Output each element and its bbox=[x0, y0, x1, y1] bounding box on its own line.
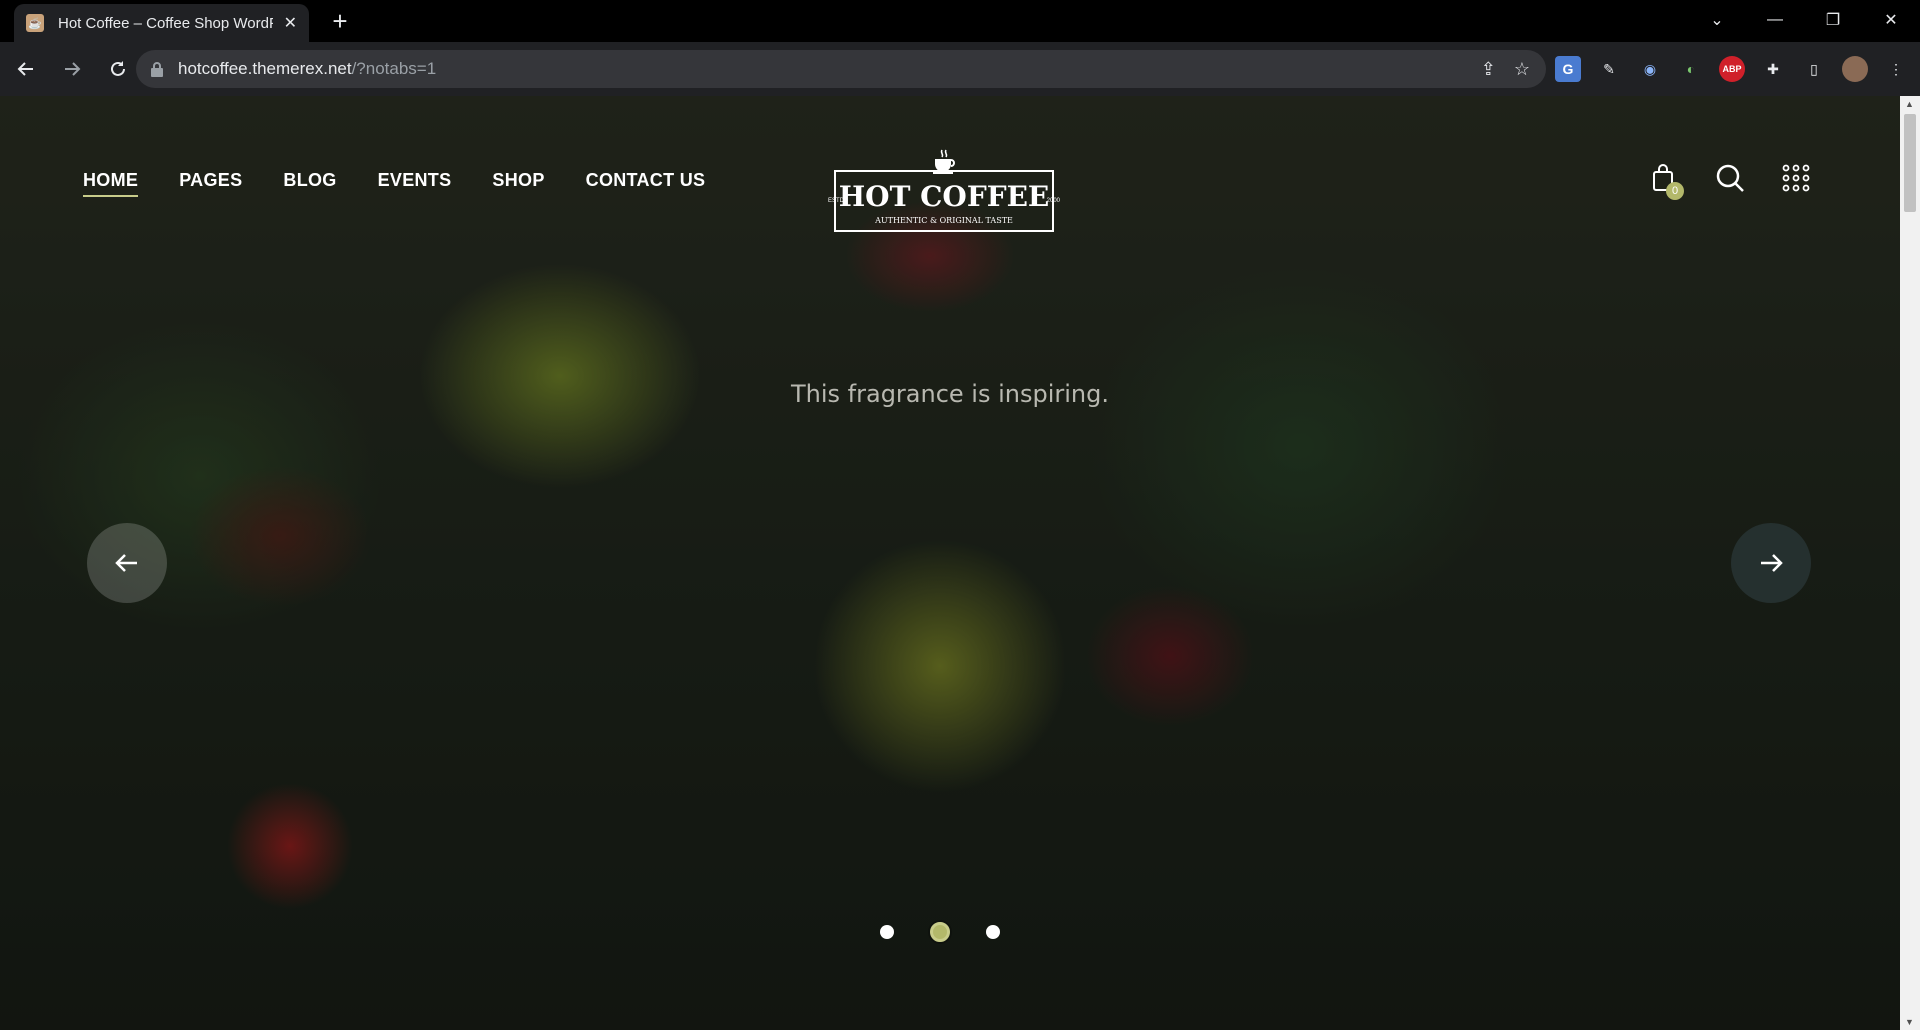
page-scrollbar[interactable]: ▲ ▼ bbox=[1900, 96, 1920, 1030]
logo-name: HOT COFFEE bbox=[838, 180, 1050, 213]
nav-item-blog[interactable]: BLOG bbox=[283, 170, 336, 197]
share-icon[interactable]: ⇪ bbox=[1481, 59, 1496, 80]
header-actions: 0 bbox=[1648, 162, 1812, 200]
hero-slider: HOME PAGES BLOG EVENTS SHOP CONTACT US E… bbox=[0, 96, 1900, 1030]
sidepanel-icon[interactable]: ▯ bbox=[1801, 56, 1827, 82]
profile-avatar[interactable] bbox=[1842, 56, 1868, 82]
logo-tagline: AUTHENTIC & ORIGINAL TASTE bbox=[875, 216, 1013, 225]
reload-button[interactable] bbox=[98, 49, 138, 89]
slider-dot-3[interactable] bbox=[986, 925, 1000, 939]
restore-icon[interactable]: ❐ bbox=[1804, 0, 1862, 40]
arrow-left-icon bbox=[115, 554, 137, 572]
slide-caption: This fragrance is inspiring. bbox=[791, 380, 1109, 408]
color-extension-icon[interactable]: ◐ bbox=[1678, 56, 1704, 82]
slider-next-button[interactable] bbox=[1731, 523, 1811, 603]
site-logo[interactable]: ESTD HOT COFFEE 2000 AUTHENTIC & ORIGINA… bbox=[828, 148, 1060, 232]
tab-search-icon[interactable]: ⌄ bbox=[1688, 0, 1746, 40]
scroll-down-icon[interactable]: ▼ bbox=[1905, 1017, 1914, 1027]
grid-dots-icon bbox=[1782, 164, 1810, 192]
extensions-bar: G ✎ ◉ ◐ ABP ✚ ▯ ⋮ bbox=[1555, 50, 1909, 88]
menu-kebab-icon[interactable]: ⋮ bbox=[1883, 56, 1909, 82]
new-tab-button[interactable]: + bbox=[325, 6, 355, 36]
nav-item-events[interactable]: EVENTS bbox=[378, 170, 452, 197]
slider-prev-button[interactable] bbox=[87, 523, 167, 603]
browser-toolbar: hotcoffee.themerex.net/?notabs=1 ⇪ ☆ G ✎… bbox=[0, 42, 1920, 96]
nav-item-pages[interactable]: PAGES bbox=[179, 170, 242, 197]
window-close-icon[interactable]: ✕ bbox=[1862, 0, 1920, 40]
site-favicon-icon: ☕ bbox=[26, 14, 44, 32]
browser-tab[interactable]: ☕ Hot Coffee – Coffee Shop WordPress The… bbox=[14, 4, 309, 42]
tab-title: Hot Coffee – Coffee Shop WordPress Theme bbox=[58, 14, 273, 32]
url-path: /?notabs=1 bbox=[351, 59, 437, 78]
coffee-cup-icon bbox=[933, 149, 955, 174]
back-button[interactable] bbox=[6, 49, 46, 89]
search-icon bbox=[1716, 164, 1744, 192]
translate-icon[interactable]: G bbox=[1555, 56, 1581, 82]
forward-button[interactable] bbox=[52, 49, 92, 89]
logo-year: 2000 bbox=[1046, 198, 1060, 204]
scrollbar-thumb[interactable] bbox=[1904, 114, 1916, 212]
menu-grid-button[interactable] bbox=[1780, 162, 1812, 194]
cart-button[interactable]: 0 bbox=[1648, 162, 1684, 200]
address-bar[interactable]: hotcoffee.themerex.net/?notabs=1 ⇪ ☆ bbox=[136, 50, 1546, 88]
nav-item-contact-us[interactable]: CONTACT US bbox=[586, 170, 706, 197]
eyedropper-icon[interactable]: ✎ bbox=[1596, 56, 1622, 82]
puzzle-icon[interactable]: ✚ bbox=[1760, 56, 1786, 82]
tab-strip: ☕ Hot Coffee – Coffee Shop WordPress The… bbox=[0, 0, 1920, 42]
nav-item-home[interactable]: HOME bbox=[83, 170, 139, 197]
adblock-icon[interactable]: ABP bbox=[1719, 56, 1745, 82]
search-button[interactable] bbox=[1714, 162, 1746, 194]
bookmark-star-icon[interactable]: ☆ bbox=[1514, 59, 1530, 80]
slider-pagination bbox=[880, 922, 1000, 942]
nav-item-shop[interactable]: SHOP bbox=[492, 170, 544, 197]
slider-dot-1[interactable] bbox=[880, 925, 894, 939]
tab-close-icon[interactable]: ✕ bbox=[284, 13, 297, 33]
main-navigation: HOME PAGES BLOG EVENTS SHOP CONTACT US bbox=[83, 170, 705, 197]
arrow-right-icon bbox=[1761, 554, 1783, 572]
url-host: hotcoffee.themerex.net bbox=[178, 59, 352, 78]
scroll-up-icon[interactable]: ▲ bbox=[1905, 99, 1914, 109]
slider-dot-2[interactable] bbox=[930, 922, 950, 942]
shield-extension-icon[interactable]: ◉ bbox=[1637, 56, 1663, 82]
lock-icon bbox=[151, 62, 163, 77]
minimize-icon[interactable]: — bbox=[1746, 0, 1804, 40]
cart-count-badge: 0 bbox=[1666, 182, 1684, 200]
window-controls: ⌄ — ❐ ✕ bbox=[1688, 0, 1920, 40]
